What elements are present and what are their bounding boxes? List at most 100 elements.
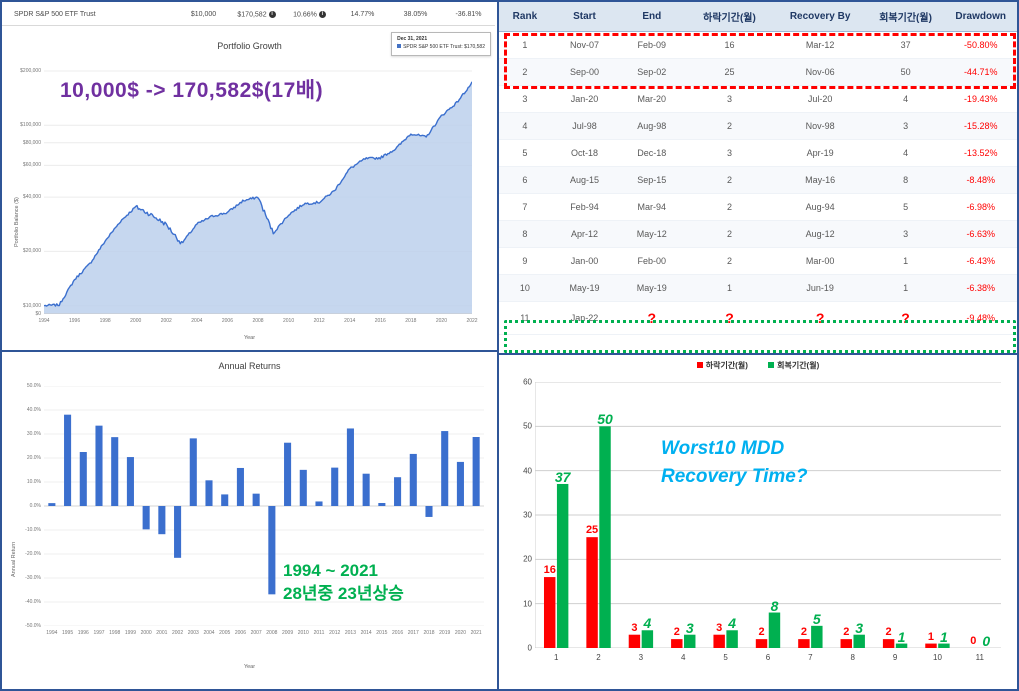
- drawdown-table-body: 1 Nov-07 Feb-09 16 Mar-12 37 -50.80% 2 Sep-00 Sep…: [499, 31, 1017, 335]
- bar-value-decline: 2: [800, 626, 807, 639]
- mdd-recovery-panel: 하락기간(월) 회복기간(월) 0 10 20 30 40 50 60 16 37 1 25 50 2 3…: [497, 355, 1019, 691]
- bars-y-tick: 30: [523, 510, 532, 520]
- annual-returns-panel: Annual Returns Annual Return 50.0% 40.0% 3…: [0, 352, 497, 691]
- growth-x-tick: 2002: [160, 318, 172, 324]
- header-recovery[interactable]: 회복기간(월): [866, 2, 945, 32]
- annual-x-tick: 1999: [124, 630, 136, 636]
- cell-end: Dec-18: [618, 139, 686, 167]
- header-drawdown[interactable]: Drawdown: [944, 2, 1017, 32]
- summary-portfolio-name: SPDR S&P 500 ETF Trust: [14, 11, 96, 18]
- bar-value-recovery: 0: [982, 633, 991, 649]
- annual-x-tick: 2008: [266, 630, 278, 636]
- table-row[interactable]: 4 Jul-98 Aug-98 2 Nov-98 3 -15.28%: [499, 112, 1017, 140]
- annual-x-tick: 2020: [454, 630, 466, 636]
- annual-x-tick: 2011: [313, 630, 325, 636]
- annual-x-tick: 1996: [77, 630, 89, 636]
- growth-x-tick: 2004: [191, 318, 203, 324]
- cell-start: Aug-15: [550, 166, 619, 194]
- cell-end: Feb-09: [618, 31, 686, 59]
- drawdown-table-panel: Rank Start End 하락기간(월) Recovery By 회복기간(…: [497, 0, 1019, 355]
- table-row[interactable]: 11 Jan-22???? -9.48%: [499, 301, 1017, 335]
- growth-tooltip: Dec 31, 2021 SPDR S&P 500 ETF Trust: $17…: [391, 32, 491, 56]
- summary-initial-balance: $10,000: [190, 11, 217, 18]
- table-row[interactable]: 5 Oct-18 Dec-18 3 Apr-19 4 -13.52%: [499, 139, 1017, 167]
- cell-decline: 3: [685, 139, 774, 167]
- info-icon[interactable]: i: [318, 10, 326, 18]
- annual-x-axis-title: Year: [243, 664, 256, 670]
- table-row[interactable]: 3 Jan-20 Mar-20 3 Jul-20 4 -19.43%: [499, 85, 1017, 113]
- cell-decline: 1: [685, 274, 774, 302]
- annual-x-tick: 2019: [439, 630, 451, 636]
- cell-decline: 3: [685, 85, 774, 113]
- header-end[interactable]: End: [618, 2, 686, 32]
- growth-y-tick: $60,000: [22, 162, 41, 169]
- bars-y-tick: 20: [523, 554, 532, 564]
- cell-rank: 7: [499, 193, 551, 221]
- table-row[interactable]: 1 Nov-07 Feb-09 16 Mar-12 37 -50.80%: [499, 31, 1017, 59]
- growth-x-tick: 2016: [374, 318, 386, 324]
- header-start[interactable]: Start: [550, 2, 619, 32]
- table-row[interactable]: 7 Feb-94 Mar-94 2 Aug-94 5 -6.98%: [499, 193, 1017, 221]
- cell-start: Jan-00: [550, 247, 619, 275]
- bar-value-decline: 3: [631, 621, 638, 634]
- legend-decline[interactable]: 하락기간(월): [696, 361, 748, 370]
- bars-plot-area: 0 10 20 30 40 50 60 16 37 1 25 50 2 3 4 3 2 3 4 3 4 5 2 8 6 2 5 7 2 3…: [523, 378, 1001, 662]
- cell-recovery: 50: [866, 58, 945, 86]
- cell-rank: 11: [499, 301, 551, 335]
- bar-value-decline: 2: [758, 626, 765, 639]
- growth-x-tick: 2000: [130, 318, 142, 324]
- table-row[interactable]: 8 Apr-12 May-12 2 Aug-12 3 -6.63%: [499, 220, 1017, 248]
- legend-recovery[interactable]: 회복기간(월): [768, 361, 819, 370]
- bars-x-tick: 8: [850, 653, 855, 662]
- annual-x-tick: 2021: [470, 630, 482, 636]
- annual-bar-chart: [44, 386, 484, 626]
- bars-y-tick: 10: [523, 599, 532, 609]
- growth-x-tick: 1996: [69, 318, 81, 324]
- annual-x-tick: 2003: [187, 630, 199, 636]
- cell-recovery-by: Nov-98: [773, 112, 867, 140]
- header-decline[interactable]: 하락기간(월): [685, 2, 774, 32]
- cell-drawdown: -6.38%: [944, 274, 1017, 302]
- header-rank[interactable]: Rank: [499, 2, 551, 32]
- cell-recovery-by: ?: [773, 301, 867, 335]
- annual-y-tick: -50.0%: [25, 623, 41, 629]
- legend-recovery-label: 회복기간(월): [777, 361, 820, 370]
- cell-drawdown: -15.28%: [944, 112, 1017, 140]
- table-row[interactable]: 6 Aug-15 Sep-15 2 May-16 8 -8.48%: [499, 166, 1017, 194]
- bar-value-recovery: 5: [812, 610, 821, 627]
- legend-recovery-swatch-icon: [768, 362, 775, 368]
- annual-x-tick: 2013: [344, 630, 356, 636]
- cell-end: Sep-02: [618, 58, 686, 86]
- table-row[interactable]: 2 Sep-00 Sep-02 25 Nov-06 50 -44.71%: [499, 58, 1017, 86]
- bars-y-tick: 60: [523, 377, 532, 387]
- growth-y-tick: $200,000: [20, 67, 41, 74]
- cell-decline: 16: [685, 31, 774, 59]
- growth-x-tick: 2018: [405, 318, 417, 324]
- cell-end: May-12: [618, 220, 686, 248]
- bar-value-decline: 2: [843, 626, 850, 639]
- info-icon[interactable]: i: [268, 10, 276, 18]
- bars-x-tick: 11: [975, 653, 984, 662]
- annual-overlay-note: 1994 ~ 2021 28년중 23년상승: [283, 560, 404, 606]
- header-recovery-by[interactable]: Recovery By: [773, 2, 867, 32]
- annual-overlay-line1: 1994 ~ 2021: [283, 561, 379, 580]
- cell-rank: 4: [499, 112, 551, 140]
- cell-rank: 3: [499, 85, 551, 113]
- table-row[interactable]: 10 May-19 May-19 1 Jun-19 1 -6.38%: [499, 274, 1017, 302]
- annual-plot-area: 50.0% 40.0% 30.0% 20.0% 10.0% 0.0% -10.0% -20.0…: [25, 383, 484, 636]
- summary-final-balance: $170,582 i: [230, 10, 283, 18]
- cell-end: May-19: [618, 274, 686, 302]
- bars-x-tick: 5: [723, 653, 728, 662]
- annual-x-tick: 1995: [62, 630, 74, 636]
- cell-start: Oct-18: [550, 139, 619, 167]
- table-row[interactable]: 9 Jan-00 Feb-00 2 Mar-00 1 -6.43%: [499, 247, 1017, 275]
- annual-x-tick: 2010: [297, 630, 309, 636]
- portfolio-growth-panel: SPDR S&P 500 ETF Trust $10,000 $170,582 i…: [0, 0, 497, 352]
- cell-drawdown: -44.71%: [944, 58, 1017, 86]
- cell-recovery-by: Jun-19: [773, 274, 867, 302]
- annual-y-axis-title: Annual Return: [11, 541, 17, 577]
- cell-drawdown: -13.52%: [944, 139, 1017, 167]
- cell-rank: 1: [499, 31, 551, 59]
- cell-start: Nov-07: [550, 31, 619, 59]
- annual-y-tick: 20.0%: [26, 455, 41, 461]
